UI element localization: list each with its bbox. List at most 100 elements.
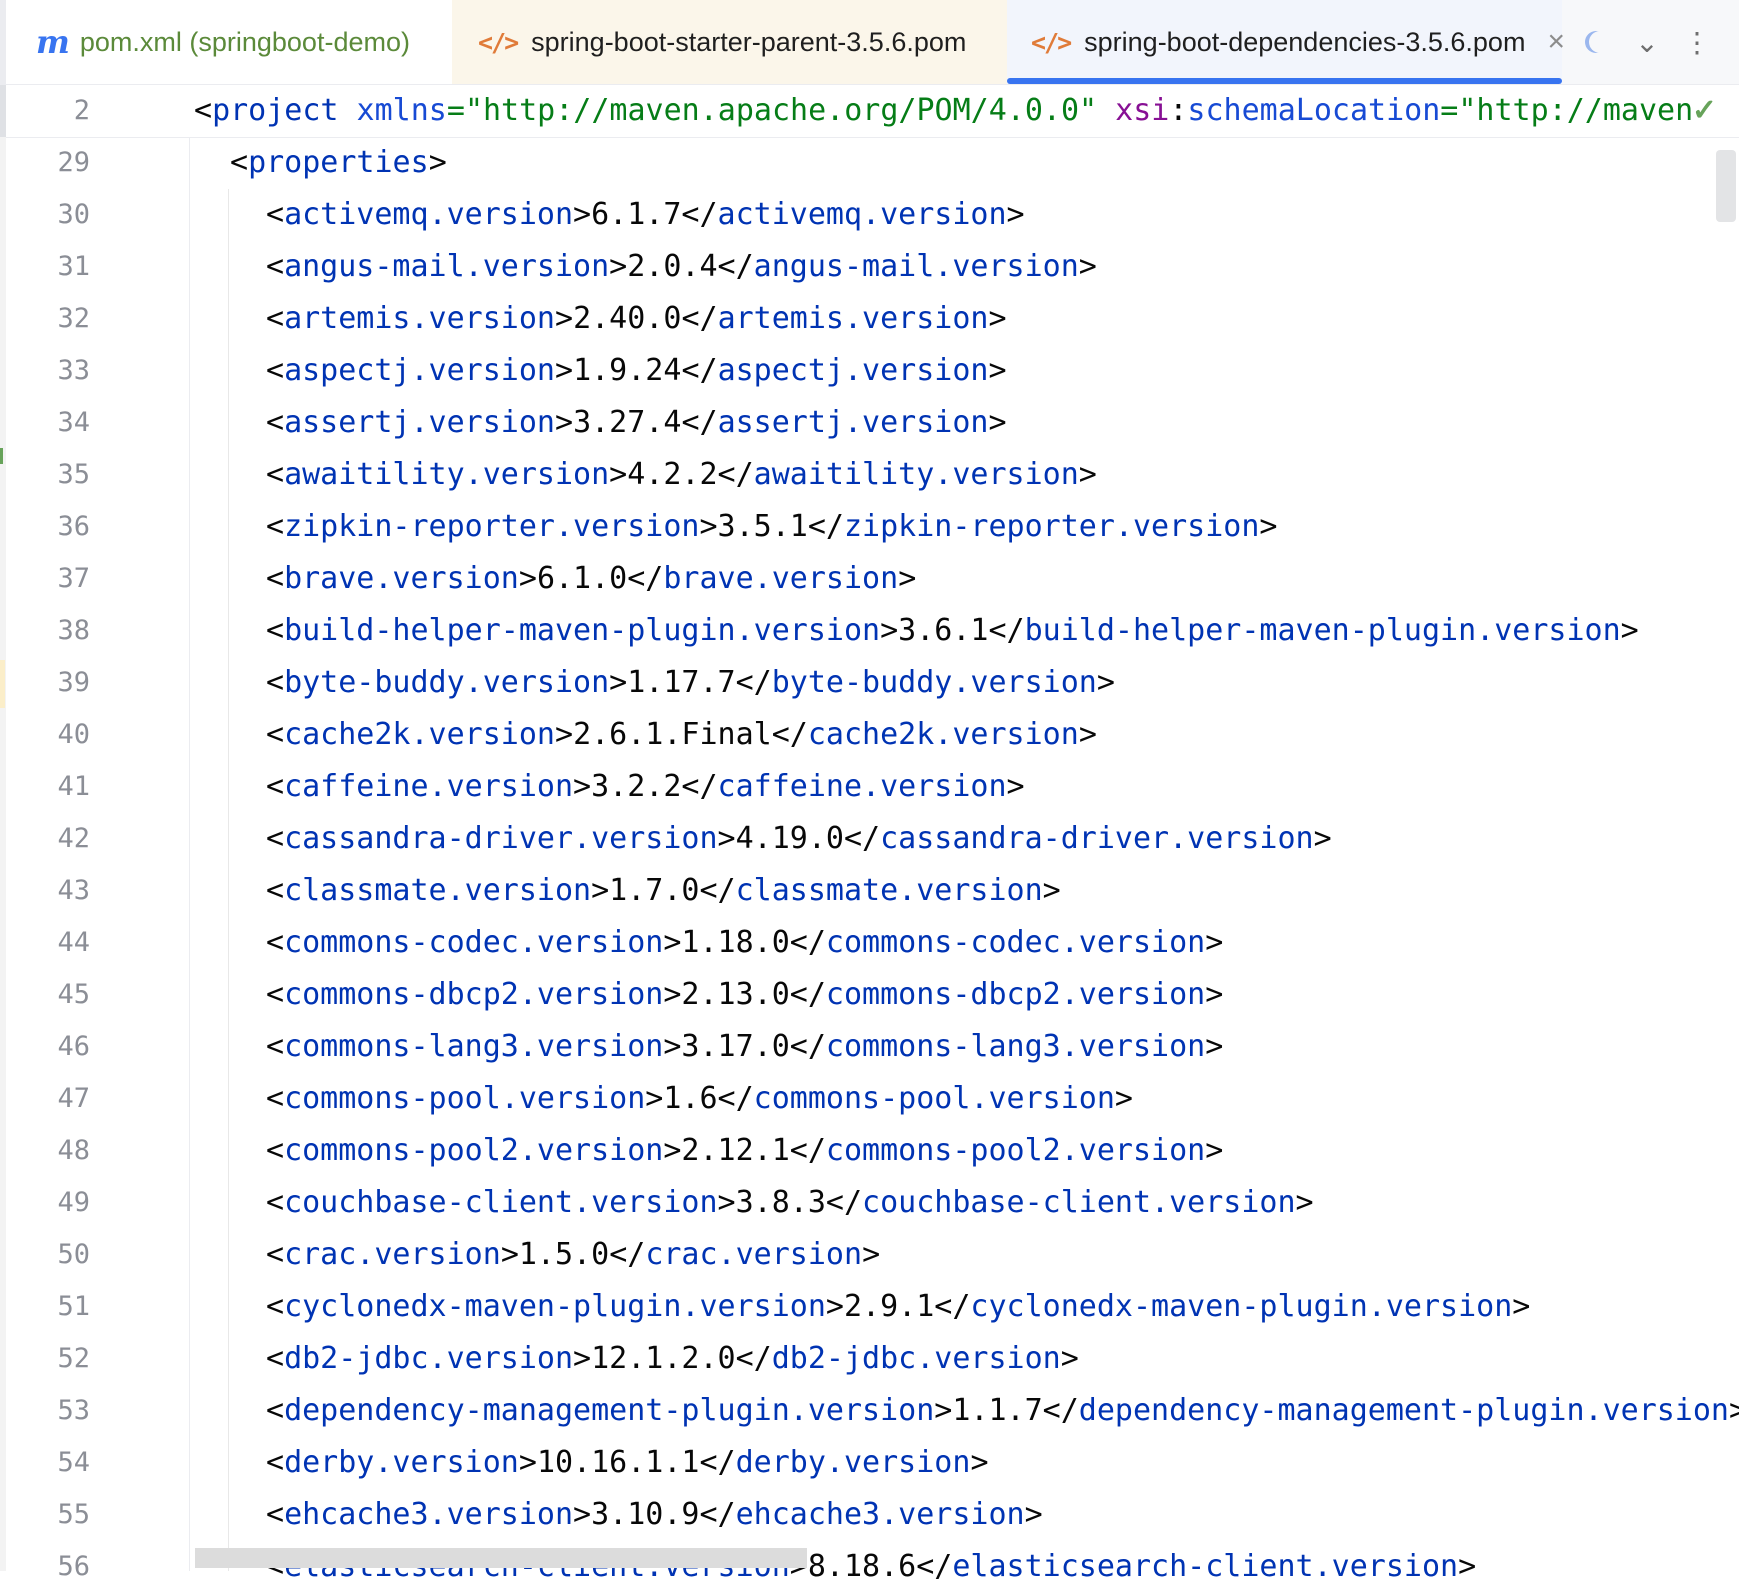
editor-tab-bar: m pom.xml (springboot-demo) </> spring-b…	[0, 0, 1739, 85]
tag-bracket: <	[266, 1029, 285, 1064]
code-line: <classmate.version>1.7.0</classmate.vers…	[266, 865, 1061, 917]
tag-bracket: </	[735, 1341, 772, 1376]
code-line-row[interactable]: 40 <cache2k.version>2.6.1.Final</cache2k.…	[0, 709, 1739, 761]
close-tab-icon[interactable]: ×	[1547, 25, 1565, 59]
code-line-row[interactable]: 35 <awaitility.version>4.2.2</awaitility.…	[0, 449, 1739, 501]
code-line: <assertj.version>3.27.4</assertj.version…	[266, 397, 1007, 449]
tag-name: project	[212, 93, 339, 128]
code-line: <cache2k.version>2.6.1.Final</cache2k.ve…	[266, 709, 1097, 761]
tag-bracket: >	[1060, 1341, 1079, 1376]
tag-bracket: <	[266, 249, 285, 284]
code-line: <commons-codec.version>1.18.0</commons-c…	[266, 917, 1223, 969]
code-line-row[interactable]: 41 <caffeine.version>3.2.2</caffeine.vers…	[0, 761, 1739, 813]
sticky-scope-line[interactable]: 2 <project xmlns="http://maven.apache.or…	[0, 85, 1739, 138]
code-line-row[interactable]: 33 <aspectj.version>1.9.24</aspectj.versi…	[0, 345, 1739, 397]
code-line-row[interactable]: 54 <derby.version>10.16.1.1</derby.versio…	[0, 1437, 1739, 1489]
tag-bracket: </	[771, 717, 808, 752]
code-line-row[interactable]: 32 <artemis.version>2.40.0</artemis.versi…	[0, 293, 1739, 345]
code-line-row[interactable]: 46 <commons-lang3.version>3.17.0</commons…	[0, 1021, 1739, 1073]
property-value: 2.13.0	[681, 977, 790, 1012]
code-line-row[interactable]: 30 <activemq.version>6.1.7</activemq.vers…	[0, 189, 1739, 241]
code-line-row[interactable]: 51 <cyclonedx-maven-plugin.version>2.9.1<…	[0, 1281, 1739, 1333]
tag-bracket: >	[645, 1081, 664, 1116]
equals: =	[1440, 93, 1459, 128]
line-number: 2	[73, 95, 90, 126]
line-number: 45	[57, 979, 90, 1010]
tag-bracket: >	[500, 1237, 519, 1272]
code-line-row[interactable]: 52 <db2-jdbc.version>12.1.2.0</db2-jdbc.v…	[0, 1333, 1739, 1385]
property-value: 2.0.4	[627, 249, 718, 284]
code-line-row[interactable]: 43 <classmate.version>1.7.0</classmate.ve…	[0, 865, 1739, 917]
tag-bracket: <	[266, 1133, 285, 1168]
code-line: <build-helper-maven-plugin.version>3.6.1…	[266, 605, 1639, 657]
no-problems-check-icon[interactable]: ✓	[1692, 85, 1717, 137]
tag-bracket: >	[1006, 769, 1025, 804]
tag-name: angus-mail.version	[284, 249, 610, 284]
code-line-row[interactable]: 44 <commons-codec.version>1.18.0</commons…	[0, 917, 1739, 969]
tag-bracket: >	[609, 665, 628, 700]
tab-starter-parent-pom[interactable]: </> spring-boot-starter-parent-3.5.6.pom	[452, 0, 1007, 84]
closing-tag-name: caffeine.version	[717, 769, 1007, 804]
line-number: 36	[57, 511, 90, 542]
code-line-row[interactable]: 47 <commons-pool.version>1.6</commons-poo…	[0, 1073, 1739, 1125]
tab-label: spring-boot-dependencies-3.5.6.pom	[1084, 26, 1526, 57]
code-line-row[interactable]: 55 <ehcache3.version>3.10.9</ehcache3.ver…	[0, 1489, 1739, 1541]
code-line-row[interactable]: 39 <byte-buddy.version>1.17.7</byte-buddy…	[0, 657, 1739, 709]
tag-bracket: >	[825, 1289, 844, 1324]
line-number: 39	[57, 667, 90, 698]
code-line-row[interactable]: 50 <crac.version>1.5.0</crac.version>	[0, 1229, 1739, 1281]
tag-name: brave.version	[284, 561, 519, 596]
tag-bracket: <	[266, 405, 285, 440]
tag-bracket: >	[1620, 613, 1639, 648]
tag-bracket: >	[555, 301, 574, 336]
code-line-properties[interactable]: 29 <properties>	[0, 137, 1739, 189]
code-line-row[interactable]: 53 <dependency-management-plugin.version>…	[0, 1385, 1739, 1437]
property-value: 10.16.1.1	[536, 1445, 700, 1480]
code-line-row[interactable]: 36 <zipkin-reporter.version>3.5.1</zipkin…	[0, 501, 1739, 553]
code-line-row[interactable]: 49 <couchbase-client.version>3.8.3</couch…	[0, 1177, 1739, 1229]
property-value: 6.1.0	[536, 561, 628, 596]
attribute-name: xmlns	[338, 93, 447, 128]
chevron-down-icon: ⌄	[1635, 26, 1659, 58]
tab-options-button[interactable]: ⋮	[1672, 0, 1722, 84]
tab-dependencies-pom[interactable]: </> spring-boot-dependencies-3.5.6.pom ×	[1007, 0, 1565, 84]
line-number: 44	[57, 927, 90, 958]
code-line: <angus-mail.version>2.0.4</angus-mail.ve…	[266, 241, 1097, 293]
code-line-row[interactable]: 45 <commons-dbcp2.version>2.13.0</commons…	[0, 969, 1739, 1021]
tag-bracket: <	[266, 197, 285, 232]
line-number: 51	[57, 1291, 90, 1322]
code-line: <awaitility.version>4.2.2</awaitility.ve…	[266, 449, 1097, 501]
line-number: 40	[57, 719, 90, 750]
code-line-row[interactable]: 31 <angus-mail.version>2.0.4</angus-mail.…	[0, 241, 1739, 293]
vertical-scrollbar-thumb[interactable]	[1716, 150, 1736, 222]
tag-bracket: <	[266, 1289, 285, 1324]
tag-bracket: <	[266, 665, 285, 700]
tab-list-dropdown-button[interactable]: ⌄	[1622, 0, 1672, 84]
tag-bracket: </	[825, 1185, 863, 1220]
line-number: 30	[57, 199, 90, 230]
tag-bracket: >	[663, 925, 682, 960]
closing-tag-name: artemis.version	[717, 301, 989, 336]
tag-bracket: </	[789, 1133, 826, 1168]
tag-bracket: </	[717, 249, 754, 284]
more-tabs-button[interactable]	[1572, 0, 1622, 84]
tag-bracket: >	[1259, 509, 1278, 544]
code-line-row[interactable]: 38 <build-helper-maven-plugin.version>3.6…	[0, 605, 1739, 657]
line-number: 38	[57, 615, 90, 646]
tag-bracket: >	[1042, 873, 1061, 908]
code-line-row[interactable]: 34 <assertj.version>3.27.4</assertj.versi…	[0, 397, 1739, 449]
closing-tag-name: awaitility.version	[753, 457, 1079, 492]
code-line-row[interactable]: 37 <brave.version>6.1.0</brave.version>	[0, 553, 1739, 605]
tag-bracket: >	[555, 717, 574, 752]
horizontal-scrollbar-thumb[interactable]	[195, 1548, 807, 1568]
property-value: 2.9.1	[843, 1289, 935, 1324]
code-line-row[interactable]: 48 <commons-pool2.version>2.12.1</commons…	[0, 1125, 1739, 1177]
tag-bracket: >	[573, 1497, 592, 1532]
property-value: 1.6	[663, 1081, 718, 1116]
code-line-row[interactable]: 42 <cassandra-driver.version>4.19.0</cass…	[0, 813, 1739, 865]
tag-name: caffeine.version	[284, 769, 574, 804]
tab-pom-xml[interactable]: m pom.xml (springboot-demo)	[0, 0, 452, 84]
tag-bracket: </	[789, 1029, 826, 1064]
tag-bracket: >	[1729, 1393, 1739, 1428]
namespace-prefix: xsi	[1097, 93, 1170, 128]
